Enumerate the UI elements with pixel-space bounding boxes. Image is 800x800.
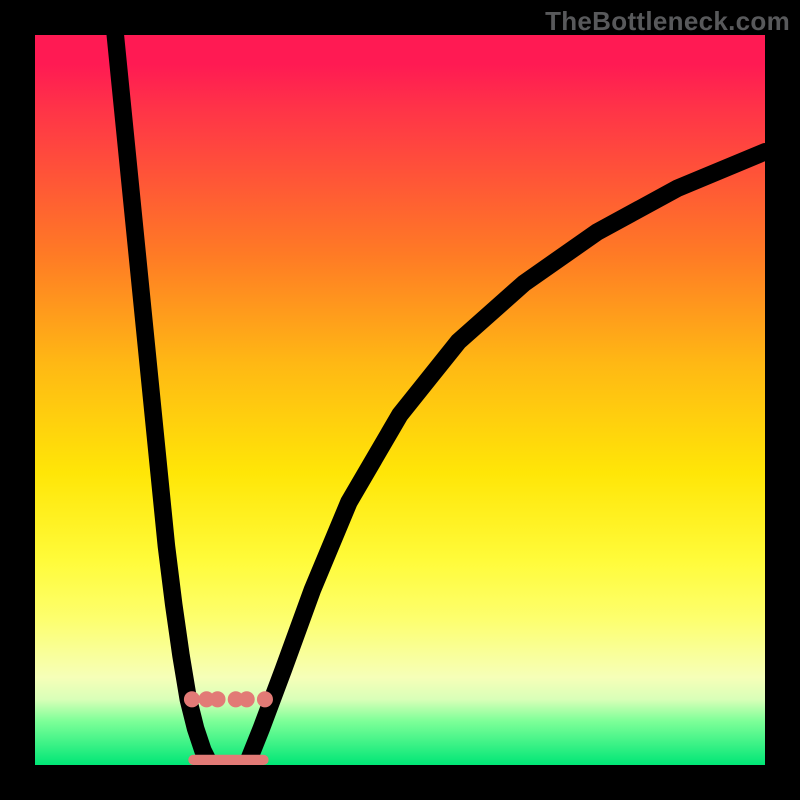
- highlight-dot: [209, 691, 225, 707]
- highlight-floor-bar: [188, 755, 268, 765]
- curve-right-branch: [247, 152, 765, 765]
- watermark-text: TheBottleneck.com: [545, 6, 790, 37]
- highlight-dot: [257, 691, 273, 707]
- highlight-dot: [239, 691, 255, 707]
- outer-frame: TheBottleneck.com: [0, 0, 800, 800]
- highlight-dot: [184, 691, 200, 707]
- bottleneck-curve: [35, 35, 765, 765]
- curve-left-branch: [115, 35, 210, 765]
